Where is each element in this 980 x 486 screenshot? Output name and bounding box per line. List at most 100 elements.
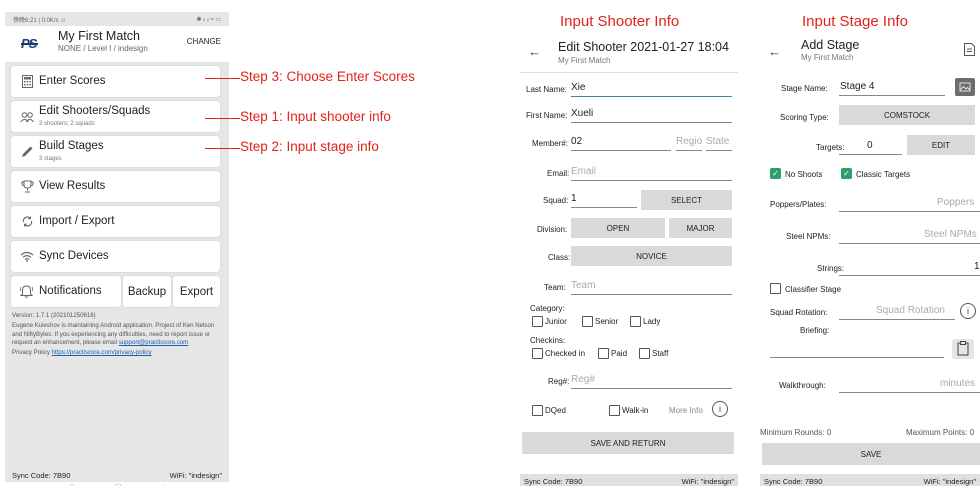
staff-label: Staff	[652, 349, 669, 358]
nav-menu-button[interactable]: ≡	[70, 482, 75, 486]
state-input[interactable]: State	[706, 136, 729, 147]
major-label: MAJOR	[686, 223, 715, 233]
nav-home-button[interactable]: ▢	[114, 482, 122, 486]
backup-button[interactable]: Backup	[123, 276, 171, 307]
nav-buttons: ≡ ▢ ‹	[5, 482, 229, 486]
steel-npms-input[interactable]: Steel NPMs	[924, 229, 977, 240]
scoring-type-label: Scoring Type:	[780, 113, 829, 122]
squad-rotation-input[interactable]: Squad Rotation	[876, 305, 945, 316]
edit-targets-button[interactable]: EDIT	[907, 135, 975, 155]
edit-shooters-button[interactable]: Edit Shooters/Squads 3 shooters; 2 squad…	[11, 101, 220, 132]
targets-input[interactable]: 0	[867, 140, 873, 151]
select-squad-button[interactable]: SELECT	[641, 190, 732, 210]
privacy-label: Privacy Policy	[12, 349, 50, 357]
paid-checkbox[interactable]	[598, 348, 609, 359]
trophy-icon	[20, 180, 34, 194]
state-underline	[706, 150, 732, 151]
status-right: ✱ ᵢₗ ᵢₗ ≈ ▭	[196, 16, 221, 23]
first-name-label: First Name:	[526, 111, 568, 120]
staff-checkbox[interactable]	[639, 348, 650, 359]
member-underline	[571, 150, 671, 151]
classic-targets-checkbox[interactable]: ✓	[841, 168, 852, 179]
save-stage-button[interactable]: SAVE	[762, 443, 980, 465]
poppers-underline	[839, 211, 980, 212]
targets-underline	[839, 154, 902, 155]
walkin-checkbox[interactable]	[609, 405, 620, 416]
steel-npms-underline	[839, 243, 980, 244]
sync-devices-button[interactable]: Sync Devices	[11, 241, 220, 272]
scoring-type-comstock-button[interactable]: COMSTOCK	[839, 105, 975, 125]
image-picker-button[interactable]	[955, 78, 975, 96]
enter-scores-label: Enter Scores	[39, 75, 106, 87]
edit-shooter-subtitle: My First Match	[558, 56, 611, 65]
division-open-button[interactable]: OPEN	[571, 218, 665, 238]
back-arrow-icon[interactable]: ←	[528, 44, 541, 59]
senior-checkbox[interactable]	[582, 316, 593, 327]
build-stages-sublabel: 3 stages	[39, 156, 62, 162]
first-name-input[interactable]: Xueli	[571, 108, 593, 119]
clipboard-button[interactable]	[952, 339, 974, 359]
team-label: Team:	[544, 283, 566, 292]
import-export-button[interactable]: Import / Export	[11, 206, 220, 237]
squad-input[interactable]: 1	[571, 193, 577, 204]
edit-targets-label: EDIT	[931, 140, 951, 150]
email-input[interactable]: Email	[571, 166, 596, 177]
save-and-return-button[interactable]: SAVE AND RETURN	[522, 432, 734, 454]
save-stage-label: SAVE	[860, 449, 882, 459]
no-shoots-checkbox[interactable]: ✓	[770, 168, 781, 179]
save-and-return-label: SAVE AND RETURN	[590, 438, 666, 448]
checked-in-checkbox[interactable]	[532, 348, 543, 359]
document-icon[interactable]	[964, 43, 975, 61]
wifi-status: WiFi: "indesign"	[923, 477, 976, 486]
build-stages-label: Build Stages	[39, 140, 104, 152]
junior-checkbox[interactable]	[532, 316, 543, 327]
power-factor-major-button[interactable]: MAJOR	[669, 218, 732, 238]
app-info: Version: 1.7.1 (202101250618) Eugene Kul…	[12, 312, 224, 357]
comstock-label: COMSTOCK	[883, 110, 931, 120]
poppers-input[interactable]: Poppers	[937, 197, 974, 208]
last-name-underline	[571, 96, 732, 97]
stage-name-input[interactable]: Stage 4	[840, 81, 874, 92]
export-button[interactable]: Export	[173, 276, 220, 307]
enter-scores-button[interactable]: Enter Scores	[11, 66, 220, 97]
classifier-stage-checkbox[interactable]	[770, 283, 781, 294]
match-title: My First Match	[58, 29, 140, 43]
senior-label: Senior	[595, 317, 619, 326]
category-label: Category:	[530, 304, 565, 313]
view-results-button[interactable]: View Results	[11, 171, 220, 202]
team-input[interactable]: Team	[571, 280, 595, 291]
footer-bar: Sync Code: 7B90 WiFi: "indesign"	[760, 474, 980, 486]
back-arrow-icon[interactable]: ←	[768, 44, 781, 59]
sync-code: Sync Code: 7B90	[12, 471, 71, 480]
team-underline	[571, 294, 732, 295]
last-name-input[interactable]: Xie	[571, 82, 585, 93]
stage-info-title: Input Stage Info	[802, 13, 908, 30]
footer-bar: Sync Code: 7B90 WiFi: "indesign"	[520, 474, 738, 486]
nav-back-button[interactable]: ‹	[162, 482, 165, 486]
step1-pointer-line	[205, 118, 240, 119]
region-input[interactable]: Regio	[676, 136, 702, 147]
support-email-link[interactable]: support@practiscore.com	[119, 339, 189, 346]
region-underline	[676, 150, 702, 151]
main-menu-screen: 傍晚6:21 | 0.0K/s ☺ ✱ ᵢₗ ᵢₗ ≈ ▭ PS My Firs…	[5, 12, 229, 486]
step3-annotation: Step 3: Choose Enter Scores	[240, 69, 415, 84]
build-stages-button[interactable]: Build Stages 3 stages	[11, 136, 220, 167]
class-novice-button[interactable]: NOVICE	[571, 246, 732, 266]
version-text: Version: 1.7.1 (202101250618)	[12, 312, 96, 319]
people-icon	[20, 110, 34, 124]
lady-checkbox[interactable]	[630, 316, 641, 327]
strings-input[interactable]: 1	[974, 261, 980, 272]
info-icon[interactable]: i	[712, 401, 728, 417]
change-button[interactable]: CHANGE	[187, 37, 221, 46]
notifications-button[interactable]: Notifications	[11, 276, 121, 307]
edit-shooters-label: Edit Shooters/Squads	[39, 105, 151, 117]
walkthrough-input[interactable]: minutes	[940, 378, 975, 389]
practiscore-logo: PS	[21, 36, 39, 51]
info-icon[interactable]: i	[960, 303, 976, 319]
dqed-checkbox[interactable]	[532, 405, 543, 416]
reg-input[interactable]: Reg#	[571, 374, 595, 385]
privacy-row: Privacy Policy https://practiscore.com/p…	[12, 349, 224, 357]
no-shoots-label: No Shoots	[785, 170, 823, 179]
privacy-policy-link[interactable]: https://practiscore.com/privacy-policy	[52, 349, 152, 356]
member-input[interactable]: 02	[571, 136, 582, 147]
